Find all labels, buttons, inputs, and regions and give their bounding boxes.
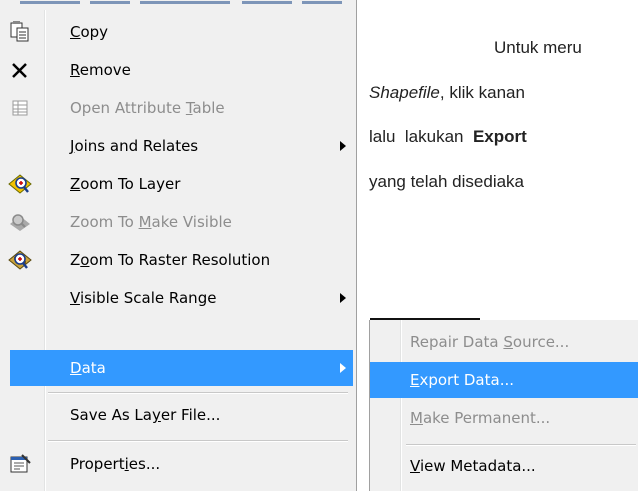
menu-item-data[interactable]: Data [10,350,353,386]
menu-item-label: Joins and Relates [70,137,199,155]
menu-item-label: Remove [70,61,131,79]
menu-item-copy[interactable]: Copy [2,14,354,50]
menu-item-label: Zoom To Layer [70,175,181,193]
menu-item-label: Zoom To Raster Resolution [70,251,271,269]
data-submenu: Repair Data Source... Export Data... Mak… [369,320,638,491]
menu-item-save-as-layer-file[interactable]: Save As Layer File... [2,397,354,433]
remove-icon [8,58,32,82]
doc-line-1: Untuk meru [494,38,582,57]
table-icon [8,96,32,120]
menu-item-zoom-to-raster-resolution[interactable]: Zoom To Raster Resolution [2,242,354,278]
menu-item-joins-and-relates[interactable]: Joins and Relates [2,128,354,164]
menu-item-remove[interactable]: Remove [2,52,354,88]
submenu-arrow-icon [340,141,346,151]
menu-item-label: Make Permanent... [410,409,551,427]
menu-item-label: Open Attribute Table [70,99,225,117]
menu-separator [48,440,348,442]
submenu-item-export-data[interactable]: Export Data... [370,362,638,398]
doc-line-4: yang telah disediaka [369,172,525,191]
zoom-raster-icon [8,248,32,272]
doc-line-3: lalu lakukan Export [369,127,527,146]
menu-item-zoom-to-layer[interactable]: Zoom To Layer [2,166,354,202]
submenu-arrow-icon [340,293,346,303]
menu-item-properties[interactable]: Properties... [2,446,354,482]
menu-item-label: Properties... [70,455,161,473]
zoom-layer-icon [8,172,32,196]
menu-item-label: View Metadata... [410,457,536,475]
menu-item-label: Data [70,359,106,377]
properties-icon [8,452,32,476]
menu-separator [406,444,636,446]
menu-item-open-attribute-table[interactable]: Open Attribute Table [2,90,354,126]
submenu-item-view-metadata[interactable]: View Metadata... [372,448,638,484]
menu-item-label: Zoom To Make Visible [70,213,232,231]
submenu-item-make-permanent[interactable]: Make Permanent... [372,400,638,436]
menu-top-strip [10,0,350,6]
submenu-item-repair-data-source[interactable]: Repair Data Source... [372,324,638,360]
submenu-arrow-icon [340,363,346,373]
doc-line-2: Shapefile, klik kanan [369,83,525,102]
menu-item-label: Save As Layer File... [70,406,221,424]
layer-context-menu: Copy Remove Open Attribute Table Joins a… [0,0,357,491]
menu-item-visible-scale-range[interactable]: Visible Scale Range [2,280,354,316]
menu-item-label: Copy [70,23,109,41]
menu-item-label: Visible Scale Range [70,289,217,307]
copy-icon [8,20,32,44]
menu-item-label: Repair Data Source... [410,333,570,351]
menu-separator [48,392,348,394]
menu-item-zoom-to-make-visible[interactable]: Zoom To Make Visible [2,204,354,240]
zoom-visible-icon [8,210,32,234]
menu-item-label: Export Data... [410,371,514,389]
